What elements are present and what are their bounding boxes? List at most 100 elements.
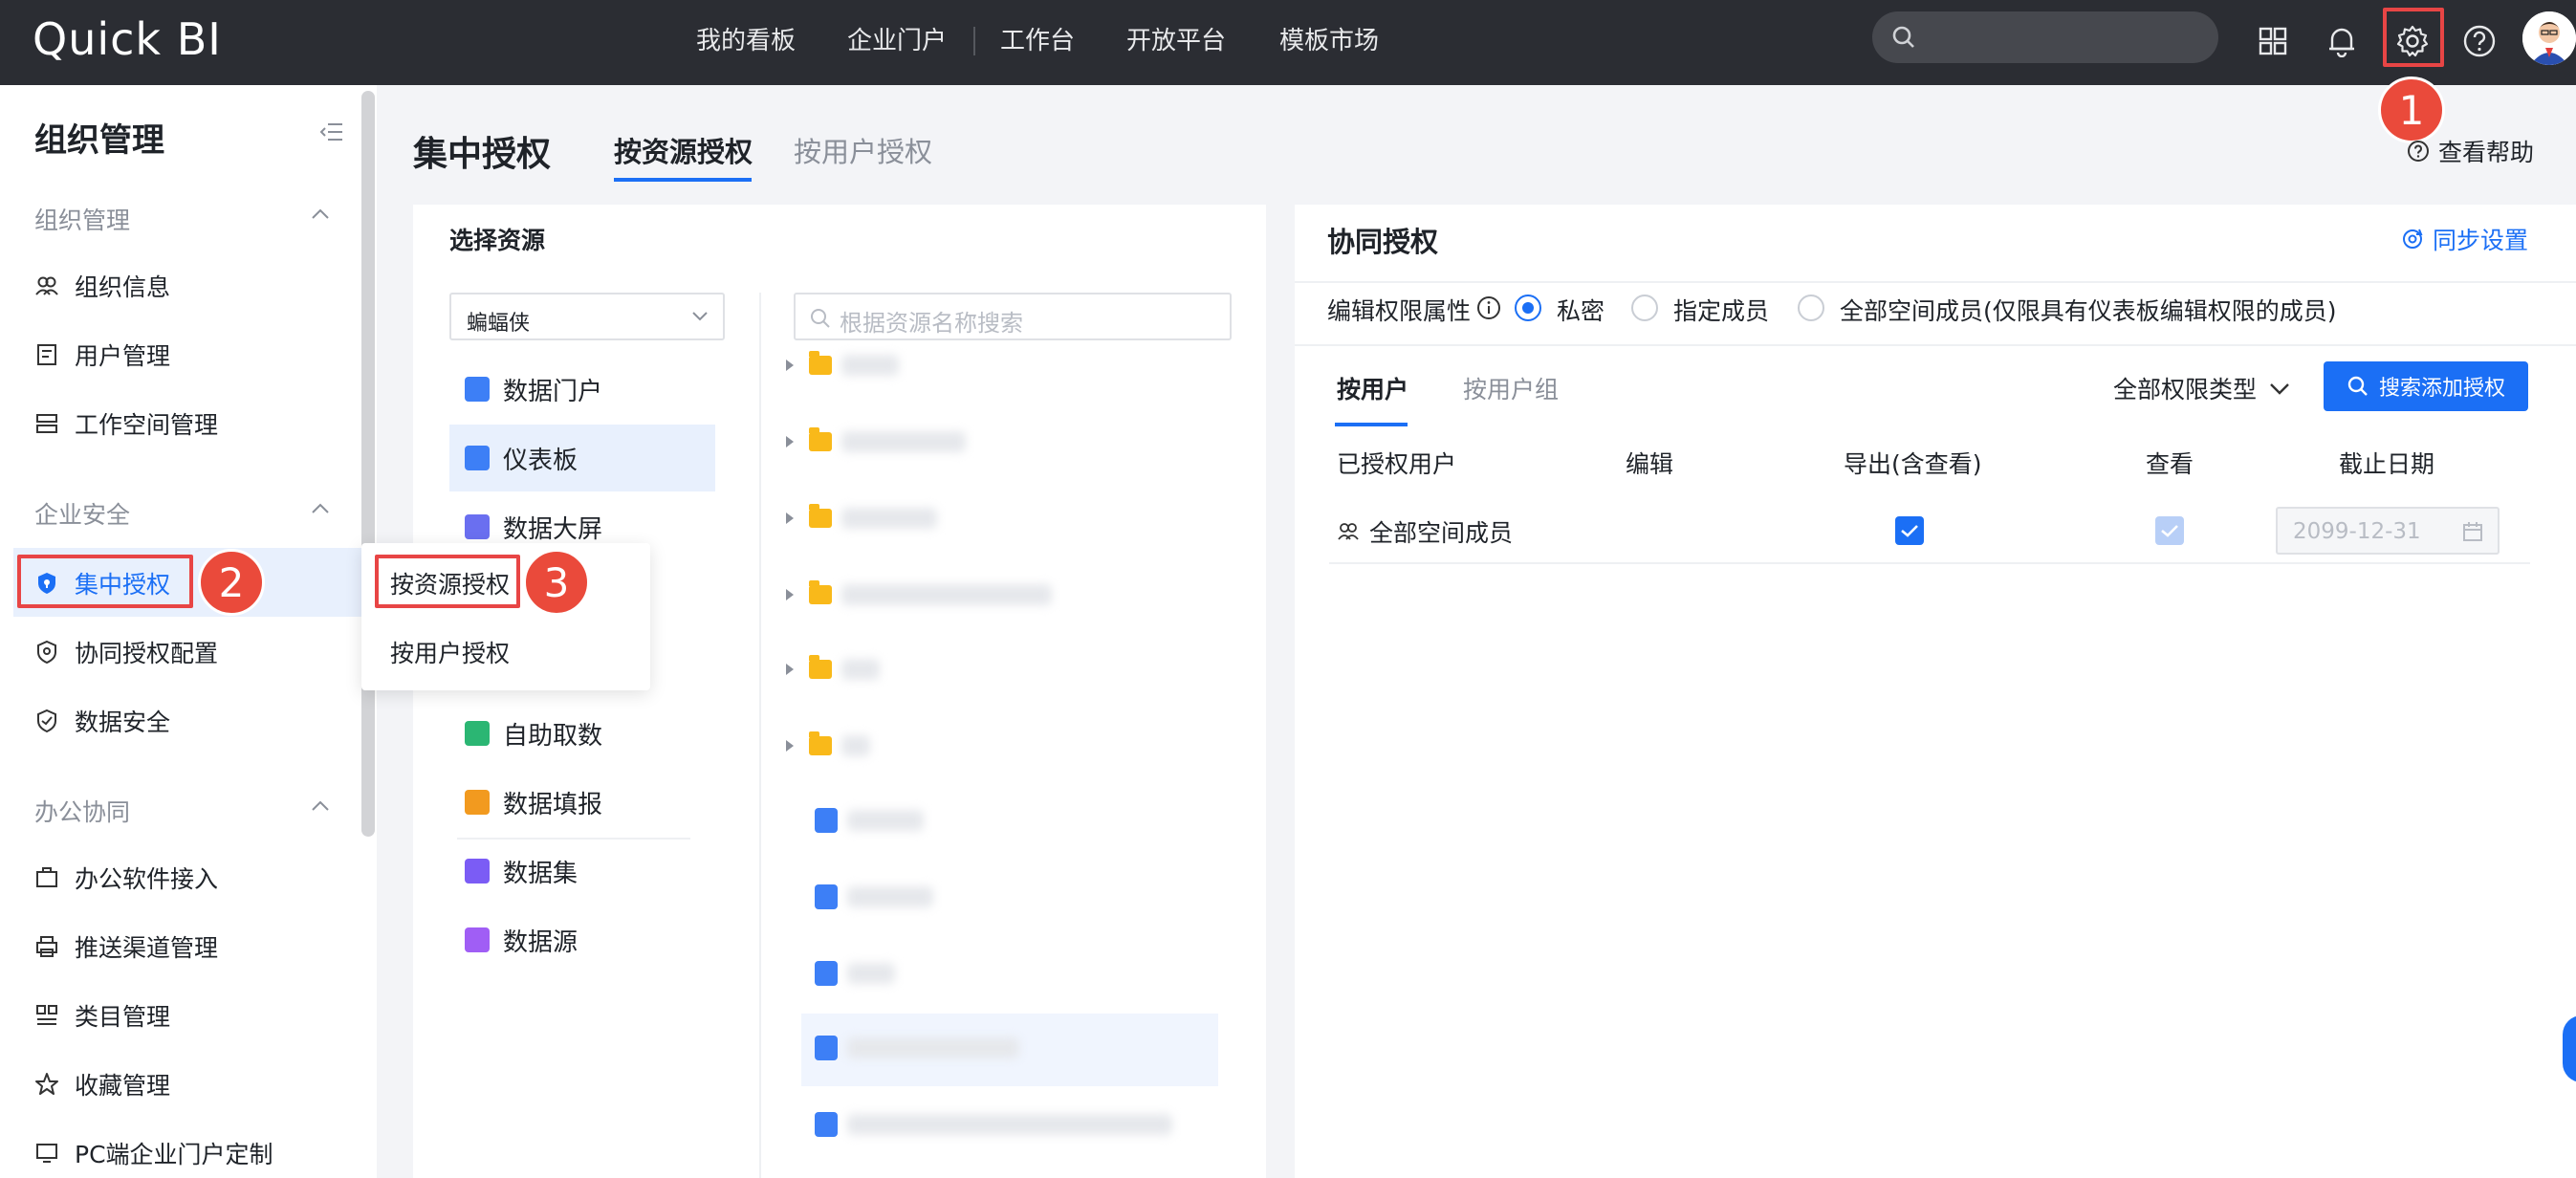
sidebar-item-favorites-mgmt[interactable]: 收藏管理 [34, 1065, 170, 1103]
sidebar-item-office-integration[interactable]: 办公软件接入 [34, 859, 218, 897]
chevron-up-icon[interactable] [310, 502, 331, 515]
resource-type-datasource[interactable]: 数据源 [449, 906, 715, 973]
search-add-auth-label: 搜索添加授权 [2378, 377, 2505, 401]
dashboard-icon [815, 1036, 838, 1060]
caret-right-icon[interactable] [786, 740, 794, 752]
sidebar-item-label: 类目管理 [75, 1003, 171, 1031]
caret-right-icon[interactable] [786, 513, 794, 524]
nav-my-boards[interactable]: 我的看板 [696, 21, 796, 56]
nav-template-market[interactable]: 模板市场 [1279, 21, 1379, 56]
radio-all-space-members[interactable] [1798, 294, 1824, 321]
sidebar-item-push-channel[interactable]: 推送渠道管理 [34, 927, 218, 966]
tab-by-resource[interactable]: 按资源授权 [614, 130, 753, 170]
tree-dashboard-row[interactable] [786, 801, 924, 840]
radio-private[interactable] [1515, 294, 1541, 321]
subtab-by-user-group[interactable]: 按用户组 [1463, 371, 1559, 405]
sidebar-item-label: PC端企业门户定制 [75, 1141, 273, 1168]
tree-dashboard-row[interactable] [786, 954, 895, 993]
caret-right-icon[interactable] [786, 589, 794, 600]
search-add-auth-button[interactable]: 搜索添加授权 [2324, 361, 2528, 411]
nav-open-platform[interactable]: 开放平台 [1126, 21, 1226, 56]
sidebar-group-office[interactable]: 办公协同 [34, 794, 130, 828]
permission-type-value: 全部权限类型 [2113, 376, 2258, 404]
blurred-name [847, 886, 933, 907]
tree-dashboard-row[interactable] [786, 878, 933, 916]
sidebar-item-category-mgmt[interactable]: 类目管理 [34, 996, 170, 1035]
caret-right-icon[interactable] [786, 664, 794, 675]
data-form-icon [465, 790, 490, 815]
global-search-input[interactable] [1872, 11, 2218, 63]
floating-assistant-button[interactable] [2563, 1015, 2576, 1082]
sidebar-item-pc-portal[interactable]: PC端企业门户定制 [34, 1134, 273, 1172]
dashboard-icon [465, 446, 490, 470]
tree-dashboard-row[interactable] [786, 1029, 1019, 1067]
resource-type-portal[interactable]: 数据门户 [449, 356, 715, 423]
step-badge-3: 3 [523, 549, 590, 616]
help-icon[interactable] [2456, 17, 2503, 65]
caret-right-icon[interactable] [786, 436, 794, 447]
sync-settings-link[interactable]: 同步设置 [2400, 222, 2528, 256]
export-checkbox[interactable] [1895, 516, 1924, 545]
blurred-name [847, 1037, 1019, 1058]
app-logo[interactable]: Quick BI [33, 13, 222, 65]
search-icon [811, 309, 830, 328]
user-avatar[interactable] [2522, 11, 2576, 65]
permission-type-dropdown[interactable]: 全部权限类型 [2113, 371, 2291, 405]
flyout-item-by-user[interactable]: 按用户授权 [390, 635, 510, 669]
row-user-name: 全部空间成员 [1369, 519, 1514, 547]
sidebar-group-org[interactable]: 组织管理 [34, 202, 130, 236]
collapse-menu-icon[interactable] [319, 121, 344, 142]
resource-type-dashboard[interactable]: 仪表板 [449, 425, 715, 491]
sidebar-item-org-info[interactable]: 组织信息 [34, 267, 170, 305]
tree-folder-row[interactable] [786, 650, 880, 688]
collab-auth-card [1295, 205, 2576, 1178]
sidebar-item-collab-auth-config[interactable]: 协同授权配置 [34, 633, 218, 671]
radio-all-space-members-label[interactable]: 全部空间成员(仅限具有仪表板编辑权限的成员) [1840, 293, 2337, 327]
col-header-edit: 编辑 [1626, 450, 1674, 478]
chevron-up-icon[interactable] [310, 207, 331, 221]
radio-specified-members-label[interactable]: 指定成员 [1673, 293, 1769, 327]
tree-dashboard-row[interactable] [786, 1105, 1172, 1144]
deadline-date-input[interactable]: 2099-12-31 [2276, 507, 2500, 555]
tree-folder-row[interactable] [786, 576, 1052, 614]
users-icon [1338, 523, 1359, 540]
caret-right-icon[interactable] [786, 360, 794, 371]
info-icon[interactable] [1476, 295, 1501, 320]
sidebar-item-user-mgmt[interactable]: 用户管理 [34, 336, 170, 374]
apps-grid-icon[interactable] [2249, 17, 2297, 65]
view-checkbox[interactable] [2155, 516, 2184, 545]
nav-workbench[interactable]: 工作台 [1000, 21, 1075, 56]
big-screen-icon [465, 514, 490, 539]
bell-icon[interactable] [2318, 17, 2366, 65]
resource-panel-title: 选择资源 [449, 227, 546, 254]
nav-enterprise-portal[interactable]: 企业门户 [847, 21, 947, 56]
resource-type-self-service[interactable]: 自助取数 [449, 700, 715, 767]
sidebar-item-workspace-mgmt[interactable]: 工作空间管理 [34, 404, 218, 443]
tab-by-user[interactable]: 按用户授权 [794, 130, 932, 170]
datasource-icon [465, 927, 490, 952]
folder-icon [809, 731, 832, 755]
tree-folder-row[interactable] [786, 346, 899, 384]
sidebar-scrollbar[interactable] [361, 91, 375, 837]
resource-type-data-form[interactable]: 数据填报 [449, 769, 715, 836]
sidebar-item-data-security[interactable]: 数据安全 [34, 702, 170, 740]
resource-type-dataset[interactable]: 数据集 [449, 838, 715, 905]
help-link[interactable]: 查看帮助 [2406, 134, 2534, 168]
help-link-label: 查看帮助 [2438, 139, 2535, 166]
workspace-select[interactable]: 蝙蝠侠 [449, 293, 725, 340]
resource-type-label: 仪表板 [503, 446, 579, 475]
chevron-up-icon[interactable] [310, 799, 331, 813]
radio-specified-members[interactable] [1631, 294, 1658, 321]
user-card-icon [37, 344, 56, 365]
edit-permission-label: 编辑权限属性 [1327, 297, 1472, 325]
radio-private-label[interactable]: 私密 [1557, 293, 1605, 327]
portal-icon [465, 377, 490, 402]
tree-folder-row[interactable] [786, 499, 937, 537]
blurred-name [841, 355, 899, 376]
subtab-by-user[interactable]: 按用户 [1337, 371, 1408, 405]
tree-folder-row[interactable] [786, 423, 966, 461]
resource-search-input[interactable]: 根据资源名称搜索 [794, 293, 1232, 340]
resource-search-placeholder: 根据资源名称搜索 [840, 310, 1023, 337]
sidebar-group-security[interactable]: 企业安全 [34, 496, 130, 531]
tree-folder-row[interactable] [786, 727, 870, 765]
